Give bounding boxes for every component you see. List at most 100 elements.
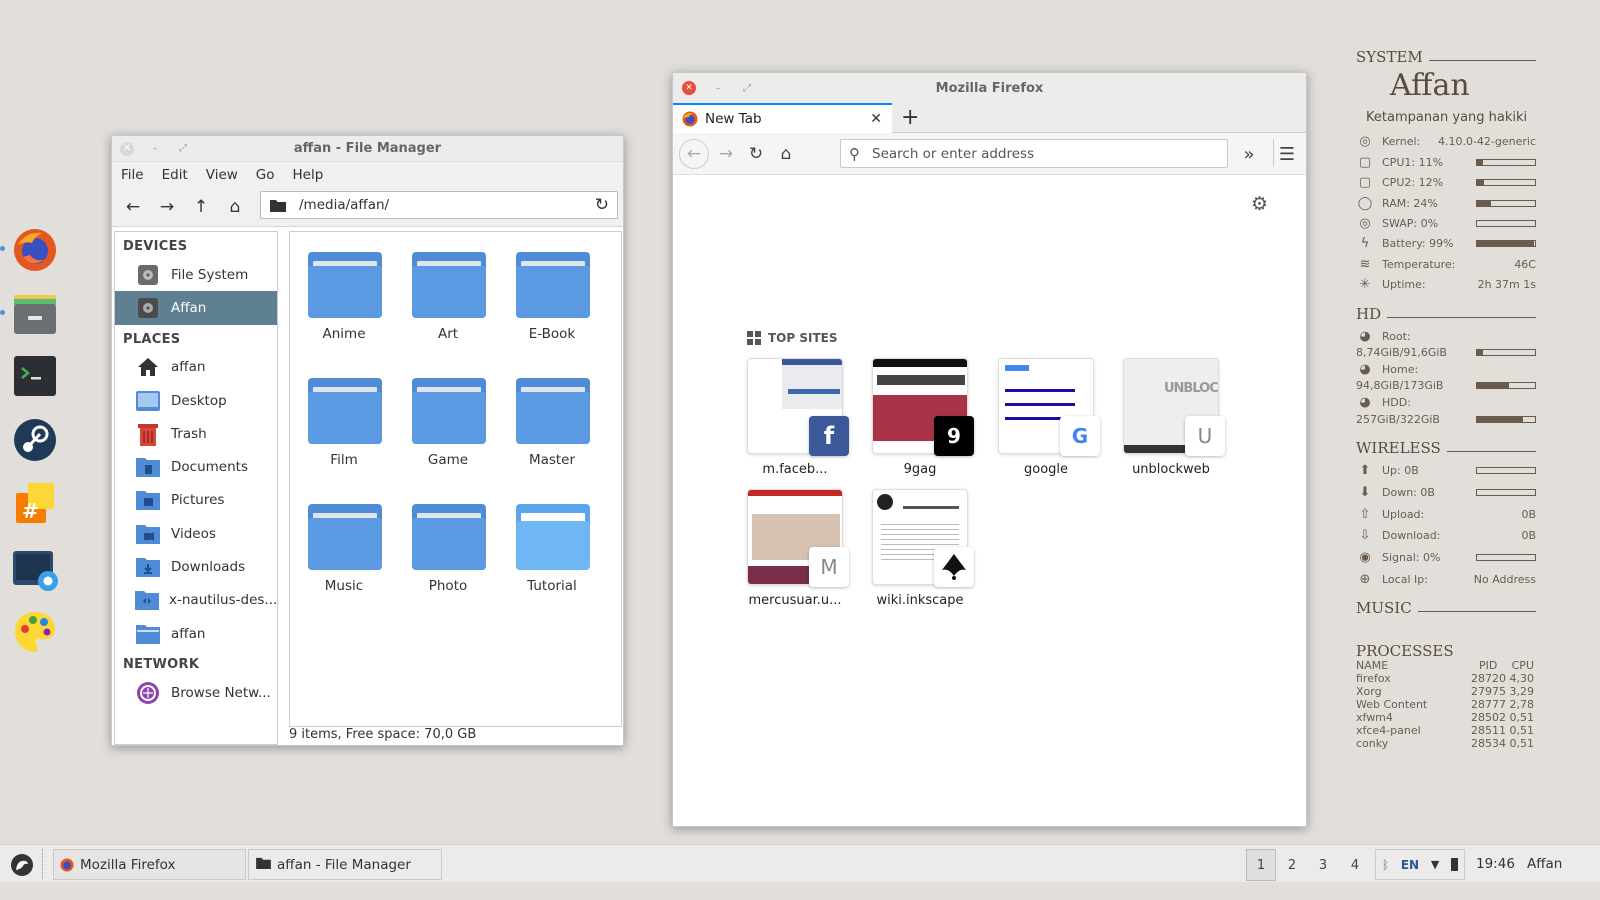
signal-icon: ◉ — [1359, 549, 1371, 565]
top-site-tile[interactable]: wiki.inkscape — [872, 489, 974, 608]
sidebar-item-file-system[interactable]: File System — [115, 258, 277, 291]
task-file-manager[interactable]: affan - File Manager — [248, 849, 442, 880]
clock[interactable]: 19:46 — [1476, 856, 1515, 872]
steam-launcher-icon[interactable] — [11, 416, 59, 464]
hamburger-menu-icon[interactable]: ☰ — [1272, 139, 1302, 169]
overflow-chevron-icon[interactable]: » — [1234, 139, 1264, 169]
maximize-icon[interactable]: ⤢ — [740, 81, 754, 95]
sidebar-item-x-nautilus-desktop[interactable]: x-nautilus-des... — [115, 584, 277, 617]
folder-item[interactable]: Film — [292, 358, 396, 484]
workspace-2[interactable]: 2 — [1277, 849, 1307, 881]
sidebar-item-browse-network[interactable]: Browse Netw... — [115, 676, 277, 709]
uptime-value: 2h 37m 1s — [1477, 277, 1536, 291]
user-name[interactable]: Affan — [1527, 856, 1562, 872]
folder-icon — [308, 504, 382, 570]
username-title: Affan — [1390, 68, 1470, 103]
workspace-3[interactable]: 3 — [1308, 849, 1338, 881]
firefox-launcher-icon[interactable] — [11, 226, 59, 274]
forward-arrow-icon[interactable]: → — [711, 139, 741, 169]
sidebar: DEVICES File System Affan PLACES affan D… — [114, 231, 278, 745]
network-header: NETWORK — [123, 657, 200, 673]
new-tab-plus-icon[interactable]: + — [901, 105, 919, 130]
top-site-tile[interactable]: 9 9gag — [872, 358, 974, 477]
file-manager-launcher-icon[interactable] — [11, 290, 59, 338]
folder-item[interactable]: Master — [500, 358, 604, 484]
folder-item[interactable]: Tutorial — [500, 484, 604, 610]
file-manager-window: ✕ – ⤢ affan - File Manager File Edit Vie… — [111, 135, 624, 746]
task-firefox[interactable]: Mozilla Firefox — [53, 849, 246, 880]
tile-label: google — [1023, 462, 1069, 477]
sidebar-item-home[interactable]: affan — [115, 351, 277, 384]
tab-bar: New Tab ✕ + — [673, 103, 1306, 133]
screenshot-launcher-icon[interactable] — [11, 546, 59, 594]
top-site-tile[interactable]: f m.faceb... — [747, 358, 849, 477]
folder-item[interactable]: Music — [292, 484, 396, 610]
close-icon[interactable]: ✕ — [682, 81, 696, 95]
home-row: ◕ Home: — [1356, 361, 1536, 377]
location-bar[interactable]: /media/affan/ ↻ — [260, 191, 618, 219]
minimize-icon[interactable]: – — [148, 142, 162, 156]
folder-item[interactable]: Game — [396, 358, 500, 484]
minimize-icon[interactable]: – — [711, 81, 725, 95]
network-icon — [135, 681, 161, 704]
top-site-tile[interactable]: UNBLOCKW U unblockweb — [1123, 358, 1225, 477]
sidebar-item-affan-drive[interactable]: Affan — [115, 291, 277, 325]
sidebar-item-pictures[interactable]: Pictures — [115, 484, 277, 517]
address-placeholder: Search or enter address — [872, 145, 1035, 162]
top-site-tile[interactable]: G google — [998, 358, 1100, 477]
file-manager-titlebar[interactable]: ✕ – ⤢ affan - File Manager — [112, 136, 623, 162]
reload-icon[interactable]: ↻ — [595, 195, 609, 215]
menu-view[interactable]: View — [197, 167, 247, 183]
back-arrow-icon[interactable]: ← — [679, 138, 709, 169]
folder-item[interactable]: E-Book — [500, 232, 604, 358]
close-icon[interactable]: ✕ — [120, 141, 134, 156]
folder-icon — [516, 252, 590, 318]
gear-icon[interactable]: ⚙ — [1251, 193, 1268, 215]
workspace-1[interactable]: 1 — [1246, 849, 1276, 881]
sidebar-item-affan-folder[interactable]: affan — [115, 617, 277, 650]
address-bar[interactable]: ⚲ Search or enter address — [840, 139, 1228, 168]
forward-arrow-icon[interactable]: → — [150, 192, 184, 222]
localip-label: Local Ip: — [1382, 572, 1428, 586]
keyboard-layout[interactable]: EN — [1401, 858, 1419, 872]
close-tab-icon[interactable]: ✕ — [870, 111, 882, 127]
sidebar-item-documents[interactable]: Documents — [115, 450, 277, 483]
color-palette-launcher-icon[interactable] — [11, 608, 59, 656]
process-row: xfwm4 28502 0,51 — [1356, 711, 1534, 724]
home-icon[interactable]: ⌂ — [771, 139, 801, 169]
down-label: Down: 0B — [1382, 485, 1435, 499]
whisker-menu-icon[interactable] — [11, 854, 33, 876]
maximize-icon[interactable]: ⤢ — [176, 142, 190, 156]
up-arrow-icon[interactable]: ↑ — [184, 192, 218, 222]
folder-item[interactable]: Art — [396, 232, 500, 358]
sidebar-item-label: affan — [171, 359, 206, 376]
sidebar-item-videos[interactable]: Videos — [115, 517, 277, 550]
folder-item[interactable]: Photo — [396, 484, 500, 610]
menu-edit[interactable]: Edit — [153, 167, 197, 183]
sidebar-item-downloads[interactable]: Downloads — [115, 550, 277, 583]
ram-label: RAM: 24% — [1382, 196, 1438, 210]
terminal-launcher-icon[interactable] — [11, 352, 59, 400]
menu-go[interactable]: Go — [247, 167, 284, 183]
hexchat-launcher-icon[interactable]: # — [11, 480, 59, 528]
wifi-icon[interactable]: ▼ — [1431, 858, 1439, 871]
sidebar-item-trash[interactable]: Trash — [115, 417, 277, 450]
menu-file[interactable]: File — [112, 167, 153, 183]
home-icon[interactable]: ⌂ — [218, 192, 252, 222]
back-arrow-icon[interactable]: ← — [116, 192, 150, 222]
download-label: Download: — [1382, 528, 1441, 542]
menu-help[interactable]: Help — [284, 167, 333, 183]
tab-new-tab[interactable]: New Tab ✕ — [673, 103, 892, 133]
reload-icon[interactable]: ↻ — [741, 139, 771, 169]
top-site-tile[interactable]: M mercusuar.u... — [747, 489, 849, 608]
kernel-row: ◎ Kernel: 4.10.0-42-generic — [1356, 133, 1536, 149]
home-icon — [135, 356, 161, 378]
pie-icon: ◕ — [1359, 361, 1371, 377]
workspace-4[interactable]: 4 — [1340, 849, 1370, 881]
sidebar-item-desktop[interactable]: Desktop — [115, 384, 277, 417]
battery-icon[interactable] — [1451, 858, 1459, 871]
tab-label: New Tab — [705, 111, 762, 127]
firefox-titlebar[interactable]: ✕ – ⤢ Mozilla Firefox — [673, 73, 1306, 103]
bluetooth-icon[interactable]: ᛒ — [1382, 858, 1389, 872]
folder-item[interactable]: Anime — [292, 232, 396, 358]
